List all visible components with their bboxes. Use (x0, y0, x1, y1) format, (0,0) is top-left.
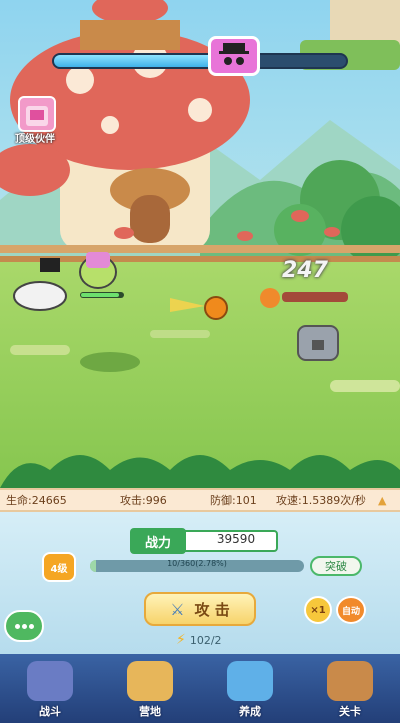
scene-background (0, 0, 400, 488)
energy-display: ⚡ 102/2 (176, 632, 236, 648)
boss-hp-fill (54, 55, 215, 67)
bag-icon[interactable] (18, 96, 56, 132)
chat-dot (28, 623, 34, 629)
nav-label-stage: 关卡 (339, 705, 361, 718)
attack-label: 攻 击 (194, 600, 230, 619)
stat-defense: 防御:101 (210, 494, 257, 507)
game-scene: 顶级伙伴 247 (0, 0, 400, 488)
nav-item-camp[interactable]: 营地 (100, 654, 200, 723)
chat-button[interactable] (4, 610, 44, 642)
boss-avatar-icon[interactable] (208, 36, 260, 76)
lightning-icon: ⚡ (176, 632, 186, 648)
power-value: 39590 (216, 532, 256, 546)
nav-label-cultivate: 养成 (239, 705, 261, 718)
nav-item-battle[interactable]: 战斗 (0, 654, 100, 723)
stat-hp: 生命:24665 (6, 494, 67, 507)
stats-bar: 生命:24665 攻击:996 防御:101 攻速:1.5389次/秒 ▲ (0, 488, 400, 512)
attack-button[interactable]: ⚔ 攻 击 (144, 592, 256, 626)
bottom-nav: 战斗 营地 养成 关卡 (0, 654, 400, 723)
nav-label-camp: 营地 (139, 705, 161, 718)
nav-item-cultivate[interactable]: 养成 (200, 654, 300, 723)
energy-value: 102/2 (189, 633, 222, 647)
boss-hp-bar (52, 53, 348, 69)
stage-icon (327, 661, 373, 701)
chat-dot (21, 623, 27, 629)
power-label: 战力 (130, 528, 186, 554)
nav-item-stage[interactable]: 关卡 (300, 654, 400, 723)
cultivate-icon (227, 661, 273, 701)
auto-button[interactable]: 自动 (336, 596, 366, 624)
treasure-chest[interactable] (296, 320, 342, 364)
sword-icon: ⚔ (170, 599, 185, 619)
expand-triangle-icon[interactable]: ▲ (378, 494, 386, 507)
nav-label-battle: 战斗 (39, 705, 61, 718)
breakthrough-button[interactable]: 突破 (310, 556, 362, 576)
stat-attack: 攻击:996 (120, 494, 167, 507)
bag-label: 顶级伙伴 (15, 134, 55, 145)
battle-icon (27, 661, 73, 701)
chat-dot (14, 623, 20, 629)
damage-popup: 247 (282, 258, 328, 283)
speed-button[interactable]: ×1 (304, 596, 332, 624)
exp-text: 10/360(2.78%) (167, 559, 227, 568)
stat-speed: 攻速:1.5389次/秒 (276, 494, 366, 507)
camp-icon (127, 661, 173, 701)
level-badge: 4级 (42, 552, 76, 582)
